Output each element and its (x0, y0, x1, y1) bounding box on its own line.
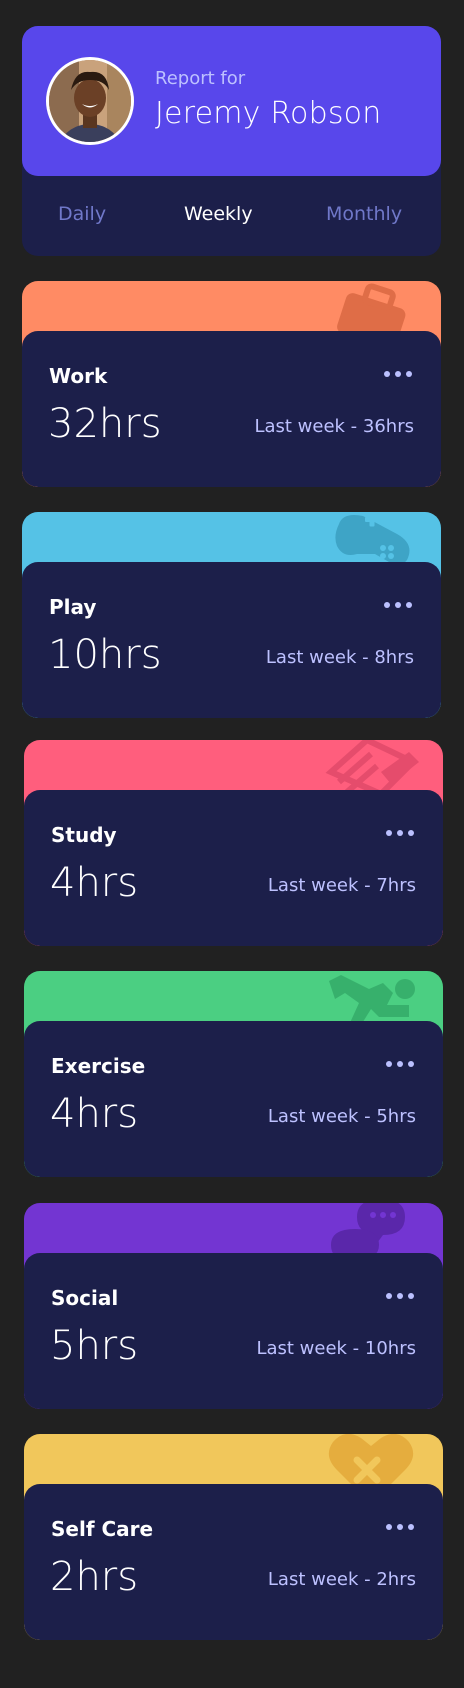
card-body: Self Care 2hrs Last week - 2hrs (24, 1484, 443, 1640)
self-care-card: Self Care 2hrs Last week - 2hrs (24, 1434, 443, 1640)
previous-hours: Last week - 7hrs (267, 875, 416, 896)
avatar (46, 57, 134, 145)
ellipsis-icon[interactable] (386, 828, 416, 838)
ellipsis-icon[interactable] (386, 1059, 416, 1069)
card-title: Social (51, 1286, 119, 1310)
current-hours: 4hrs (50, 860, 139, 906)
ellipsis-icon[interactable] (386, 1522, 416, 1532)
previous-hours: Last week - 36hrs (254, 416, 414, 437)
ellipsis-icon[interactable] (384, 600, 414, 610)
card-title: Self Care (51, 1517, 154, 1541)
current-hours: 4hrs (50, 1091, 139, 1137)
play-card: Play 10hrs Last week - 8hrs (22, 512, 441, 718)
exercise-card: Exercise 4hrs Last week - 5hrs (24, 971, 443, 1177)
study-card: Study 4hrs Last week - 7hrs (24, 740, 443, 946)
card-body: Play 10hrs Last week - 8hrs (22, 562, 441, 718)
ellipsis-icon[interactable] (384, 369, 414, 379)
previous-hours: Last week - 2hrs (267, 1569, 416, 1590)
card-title: Work (49, 364, 108, 388)
card-title: Exercise (51, 1054, 146, 1078)
report-for-label: Report for (155, 68, 246, 89)
avatar-photo (49, 60, 131, 142)
previous-hours: Last week - 10hrs (256, 1338, 416, 1359)
profile-header: Report for Jeremy Robson (22, 26, 441, 176)
timeframe-tabs: Daily Weekly Monthly (22, 176, 441, 256)
tab-monthly[interactable]: Monthly (326, 203, 402, 225)
card-title: Play (49, 595, 97, 619)
ellipsis-icon[interactable] (386, 1291, 416, 1301)
card-body: Social 5hrs Last week - 10hrs (24, 1253, 443, 1409)
user-name: Jeremy Robson (155, 96, 382, 131)
current-hours: 5hrs (50, 1323, 139, 1369)
work-card: Work 32hrs Last week - 36hrs (22, 281, 441, 487)
previous-hours: Last week - 8hrs (265, 647, 414, 668)
previous-hours: Last week - 5hrs (267, 1106, 416, 1127)
tab-daily[interactable]: Daily (58, 203, 106, 225)
current-hours: 32hrs (48, 401, 162, 447)
card-title: Study (51, 823, 117, 847)
card-body: Work 32hrs Last week - 36hrs (22, 331, 441, 487)
tab-weekly[interactable]: Weekly (184, 203, 253, 225)
social-card: Social 5hrs Last week - 10hrs (24, 1203, 443, 1409)
current-hours: 10hrs (48, 632, 162, 678)
card-body: Exercise 4hrs Last week - 5hrs (24, 1021, 443, 1177)
card-body: Study 4hrs Last week - 7hrs (24, 790, 443, 946)
profile-card: Report for Jeremy Robson Daily Weekly Mo… (22, 26, 441, 256)
current-hours: 2hrs (50, 1554, 139, 1600)
